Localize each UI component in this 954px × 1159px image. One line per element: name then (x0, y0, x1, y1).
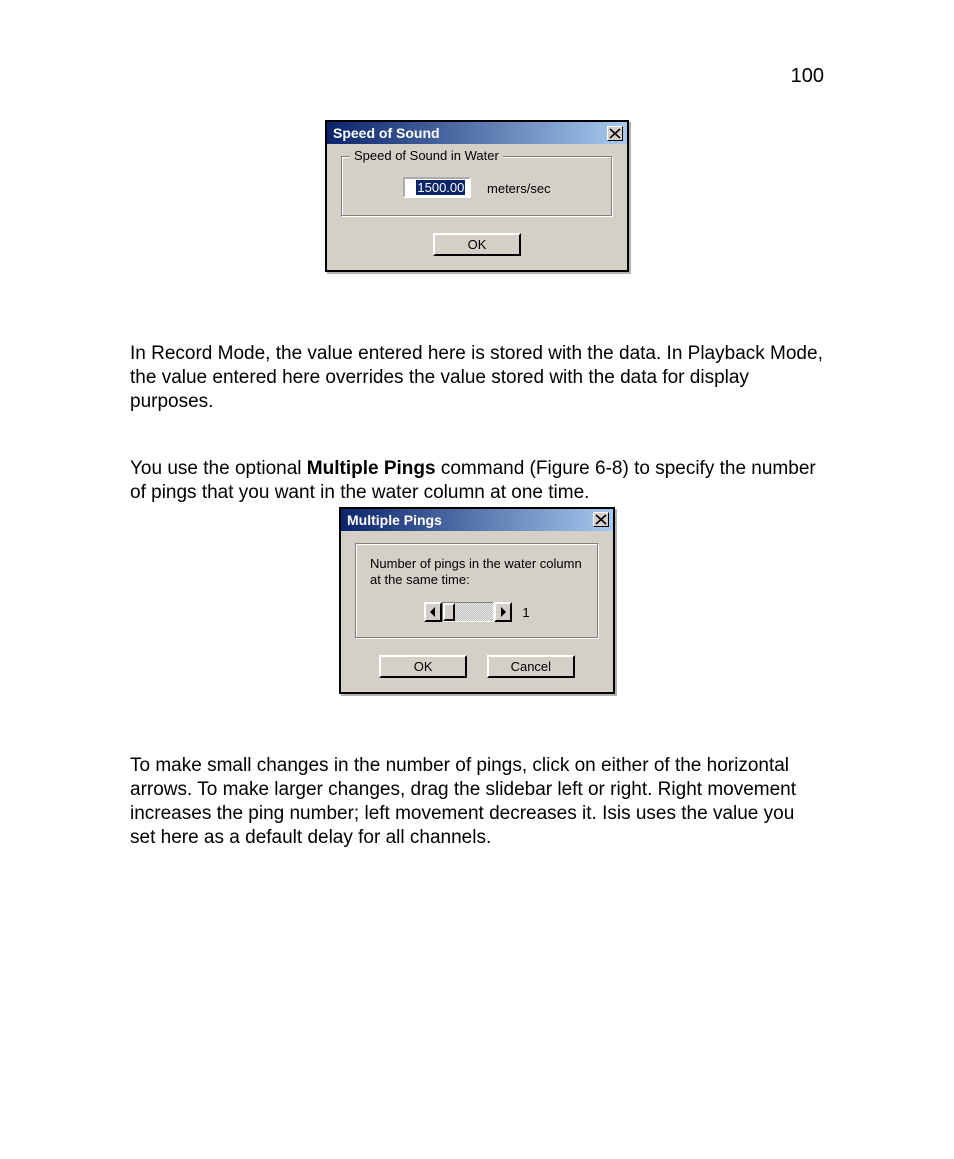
dialog-titlebar: Speed of Sound (327, 122, 627, 144)
close-icon (609, 128, 621, 139)
groupbox-legend: Speed of Sound in Water (350, 148, 503, 163)
dialog-titlebar: Multiple Pings (341, 509, 613, 531)
ok-button[interactable]: OK (433, 233, 521, 256)
scroll-track[interactable] (442, 602, 494, 622)
pings-value: 1 (522, 605, 529, 620)
unit-label: meters/sec (487, 181, 551, 196)
dialog-body: Speed of Sound in Water 1500.00 meters/s… (327, 144, 627, 270)
multiple-pings-figure: Multiple Pings Number of pings in the wa… (110, 507, 844, 695)
scroll-left-button[interactable] (424, 602, 442, 622)
scroll-thumb[interactable] (443, 603, 455, 621)
pings-label: Number of pings in the water column at t… (370, 556, 584, 589)
speed-value-input[interactable]: 1500.00 (403, 177, 471, 198)
ok-button[interactable]: OK (379, 655, 467, 678)
close-icon (595, 514, 607, 525)
speed-of-sound-dialog: Speed of Sound Speed of Sound in Water 1… (325, 120, 629, 272)
multiple-pings-dialog: Multiple Pings Number of pings in the wa… (339, 507, 615, 695)
dialog-body: Number of pings in the water column at t… (341, 531, 613, 693)
pings-scroll-cluster: 1 (370, 602, 584, 622)
arrow-right-icon (499, 607, 507, 617)
cancel-button[interactable]: Cancel (487, 655, 575, 678)
arrow-left-icon (429, 607, 437, 617)
close-button[interactable] (607, 126, 623, 141)
scroll-right-button[interactable] (494, 602, 512, 622)
document-page: 100 Speed of Sound Speed of Sound in Wat… (0, 0, 954, 1159)
dialog-title: Speed of Sound (333, 125, 440, 141)
pings-groupbox: Number of pings in the water column at t… (355, 543, 599, 640)
paragraph-record-playback: In Record Mode, the value entered here i… (130, 342, 824, 413)
bold-command-name: Multiple Pings (307, 458, 436, 479)
speed-of-sound-figure: Speed of Sound Speed of Sound in Water 1… (110, 120, 844, 272)
close-button[interactable] (593, 512, 609, 527)
speed-of-sound-groupbox: Speed of Sound in Water 1500.00 meters/s… (341, 156, 613, 217)
paragraph-pings-instructions: To make small changes in the number of p… (130, 754, 824, 849)
paragraph-multiple-pings-intro: You use the optional Multiple Pings comm… (130, 457, 824, 505)
dialog-title: Multiple Pings (347, 512, 442, 528)
page-number: 100 (791, 65, 824, 88)
text-span: You use the optional (130, 458, 307, 479)
